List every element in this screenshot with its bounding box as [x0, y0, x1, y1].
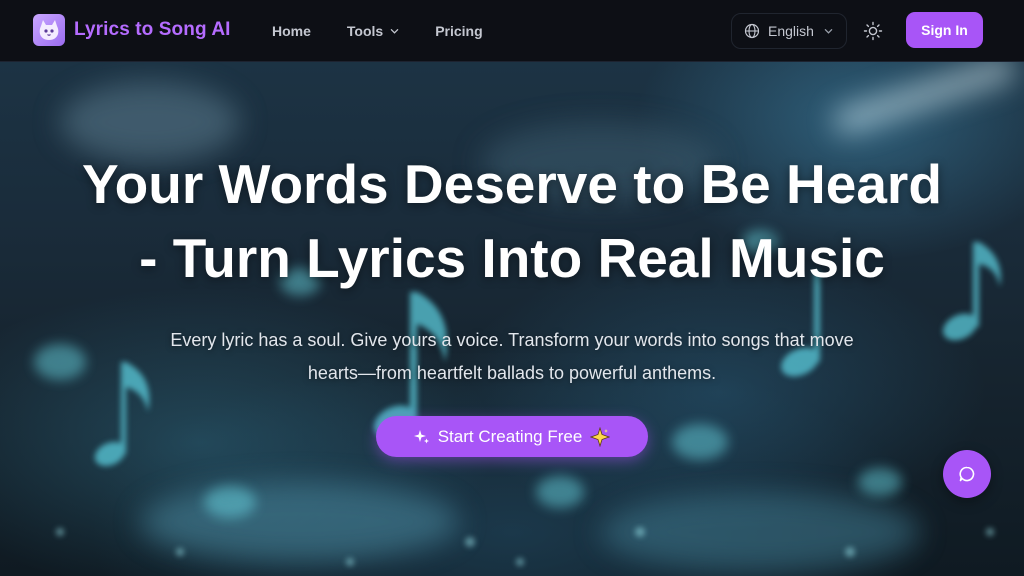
language-selector[interactable]: English: [731, 13, 847, 49]
sign-in-button[interactable]: Sign In: [906, 12, 983, 48]
chat-bubble-icon: [959, 466, 975, 482]
hero-headline-line-2: - Turn Lyrics Into Real Music: [139, 227, 885, 289]
top-navbar: Lyrics to Song AI Home Tools Pricing Eng…: [0, 0, 1024, 62]
nav-links: Home Tools Pricing: [272, 0, 519, 62]
language-label: English: [768, 23, 814, 39]
nav-tools[interactable]: Tools: [347, 23, 399, 39]
sparkles-icon: [413, 429, 429, 443]
chat-button[interactable]: [943, 450, 991, 498]
hero-headline-line-1: Your Words Deserve to Be Heard: [82, 153, 942, 215]
brand-name: Lyrics to Song AI: [74, 19, 231, 40]
hero-background-image: [34, 62, 1016, 572]
sun-icon[interactable]: [863, 21, 883, 41]
chevron-down-icon: [390, 28, 399, 34]
hero-headline: Your Words Deserve to Be Heard - Turn Ly…: [0, 147, 1024, 295]
cat-logo-icon: [33, 14, 65, 46]
globe-icon: [744, 23, 760, 39]
hero-subtitle: Every lyric has a soul. Give yours a voi…: [112, 324, 912, 390]
hero-subtitle-line-1: Every lyric has a soul. Give yours a voi…: [170, 330, 854, 350]
nav-tools-label: Tools: [346, 23, 384, 39]
hero-section: Your Words Deserve to Be Heard - Turn Ly…: [0, 62, 1024, 576]
chevron-down-icon: [824, 28, 833, 34]
hero-subtitle-line-2: hearts—from heartfelt ballads to powerfu…: [307, 363, 717, 383]
start-creating-label: Start Creating Free: [437, 426, 583, 446]
page: Lyrics to Song AI Home Tools Pricing Eng…: [0, 0, 1024, 576]
nav-home[interactable]: Home: [272, 23, 311, 39]
start-creating-button[interactable]: Start Creating Free: [376, 416, 648, 457]
brand[interactable]: Lyrics to Song AI: [33, 14, 231, 46]
nav-pricing[interactable]: Pricing: [435, 23, 482, 39]
sparkle-star-icon: [590, 426, 611, 447]
